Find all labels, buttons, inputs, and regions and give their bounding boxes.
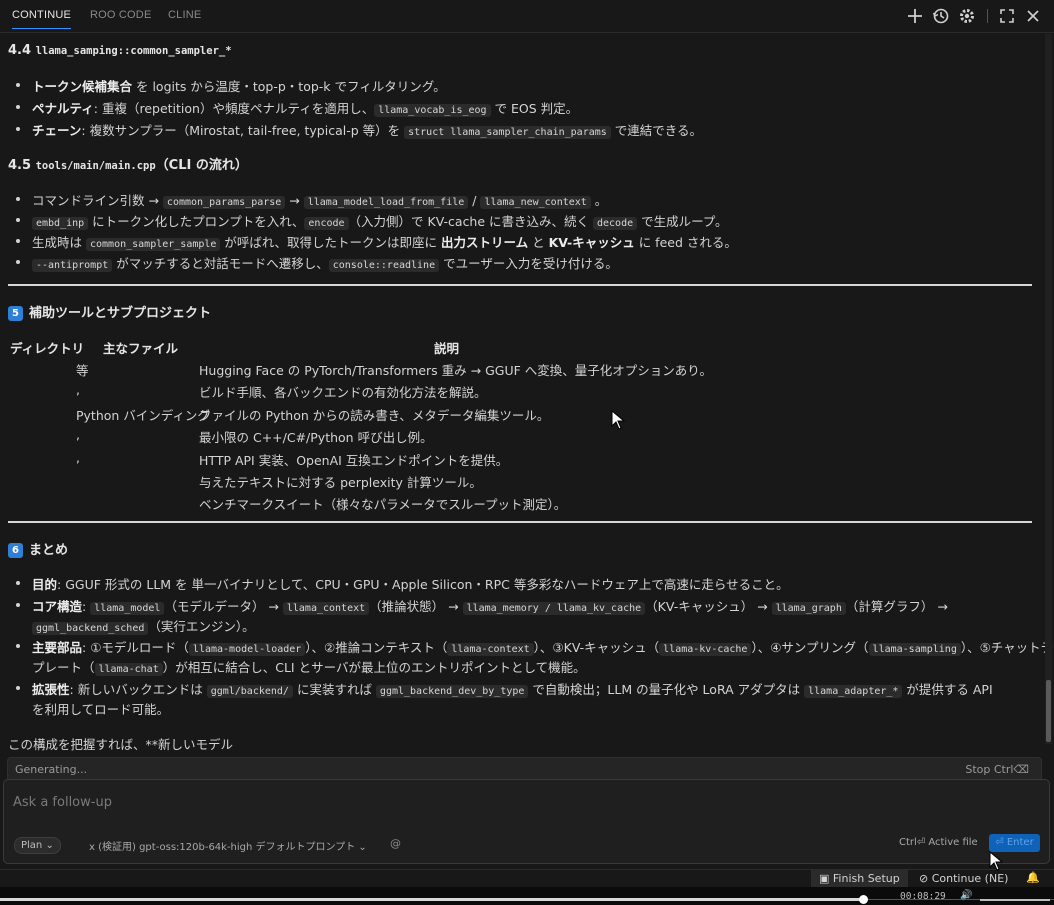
blocked-icon: ⊘	[919, 872, 932, 885]
mention-button[interactable]: @	[390, 837, 401, 850]
list-item: チェーン: 複数サンプラー（Mirostat, tail-free, typic…	[15, 120, 702, 139]
list-item-continuation: プレート（ llama-chat ）が相互に結合し、CLI とサーバが最上位のエント…	[32, 660, 586, 676]
input-placeholder: Ask a follow-up	[13, 795, 112, 810]
scrollbar-track[interactable]	[1045, 34, 1052, 744]
mouse-cursor-icon	[989, 851, 1003, 871]
active-file-button[interactable]: Ctrl⏎ Active file	[899, 837, 978, 848]
divider	[8, 521, 1032, 523]
table-header-files: 主なファイル	[103, 341, 179, 356]
panel-header: CONTINUE ROO CODE CLINE	[0, 0, 1054, 33]
list-item: コア構造: llama_model （モデルデータ） → llama_contex…	[16, 596, 948, 615]
list-item: ペナルティ: 重複（repetition）や頻度ペナルティを適用し、 llama_…	[15, 98, 578, 117]
status-bar: ▣ Finish Setup ⊘ Continue (NE) 🔔	[0, 869, 1054, 888]
list-item-continuation: ggml_backend_sched （実行エンジン）。	[32, 616, 255, 635]
enter-button[interactable]: ⏎ Enter	[989, 834, 1040, 852]
follow-up-input[interactable]: Ask a follow-up Plan ⌄ x (検証用) gpt-oss:1…	[3, 779, 1050, 864]
table-header-directory: ディレクトリ	[10, 341, 85, 356]
playback-time: 00:08:29	[900, 891, 946, 902]
generating-label: Generating...	[15, 763, 88, 776]
heading-4-5: 4.5 tools/main/main.cpp（CLI の流れ）	[8, 158, 248, 173]
list-item: 生成時は common_sampler_sample が呼ばれ、取得したトークン…	[16, 232, 737, 251]
seek-knob[interactable]	[859, 895, 868, 904]
heading-section-5: 5 補助ツールとサブプロジェクト	[8, 302, 211, 321]
list-item: 拡張性: 新しいバックエンドは ggml/backend/ に実装すれば ggm…	[16, 679, 993, 698]
model-selector[interactable]: x (検証用) gpt-oss:120b-64k-high デフォルトプロンプト…	[89, 838, 367, 853]
number-6-badge: 6	[8, 543, 23, 558]
finish-setup-button[interactable]: ▣ Finish Setup	[811, 870, 908, 888]
heading-4-4: 4.4 llama_samping::common_sampler_*	[8, 43, 232, 58]
tab-roo-code[interactable]: ROO CODE	[90, 9, 152, 21]
list-item: トークン候補集合 を logits から温度・top-p・top-k でフィルタ…	[16, 76, 446, 95]
tab-cline[interactable]: CLINE	[168, 9, 201, 21]
list-item: 主要部品: ①モデルロード（ llama-model-loader ）、②推論コンテ…	[16, 637, 1054, 656]
list-item: embd_inp にトークン化したプロンプトを入れ、 encode （入力側）で K…	[15, 211, 727, 230]
plus-icon[interactable]	[906, 7, 924, 25]
continue-status-item[interactable]: ⊘ Continue (NE)	[919, 870, 1008, 888]
bell-icon[interactable]: 🔔	[1026, 871, 1040, 884]
list-item: --antiprompt がマッチすると対話モードへ遷移し、 console::r…	[16, 253, 618, 272]
divider	[8, 284, 1032, 286]
list-item-continuation: を利用してロード可能。	[32, 702, 170, 717]
volume-slider[interactable]	[980, 899, 1050, 901]
table-header-description: 説明	[434, 341, 460, 356]
seek-bar-played[interactable]	[0, 898, 864, 901]
mouse-cursor-icon	[611, 410, 625, 430]
toolbar-divider	[987, 9, 988, 23]
list-item: コマンドライン引数 → common_params_parse → llama_…	[15, 190, 607, 209]
volume-icon[interactable]: 🔊	[960, 890, 972, 901]
history-icon[interactable]	[932, 7, 950, 25]
close-icon[interactable]	[1024, 7, 1042, 25]
video-player-controls: 00:08:29 🔊	[0, 887, 1054, 905]
gear-icon[interactable]	[958, 7, 976, 25]
robot-icon: ▣	[819, 872, 833, 885]
streaming-text: この構成を把握すれば、**新しいモデル	[8, 737, 234, 752]
heading-section-6: 6 まとめ	[8, 539, 68, 558]
tab-continue[interactable]: CONTINUE	[12, 9, 72, 29]
stop-button[interactable]: Stop Ctrl⌫	[965, 763, 1029, 776]
chat-transcript: 4.4 llama_samping::common_sampler_* トークン…	[0, 34, 1054, 754]
scrollbar-thumb[interactable]	[1046, 680, 1051, 742]
mode-selector[interactable]: Plan ⌄	[14, 837, 61, 854]
list-item: 目的: GGUF 形式の LLM を 単一バイナリとして、CPU・GPU・App…	[16, 574, 789, 593]
number-5-badge: 5	[8, 306, 23, 321]
fullscreen-icon[interactable]	[998, 7, 1016, 25]
generating-bar: Generating... Stop Ctrl⌫	[7, 757, 1042, 780]
